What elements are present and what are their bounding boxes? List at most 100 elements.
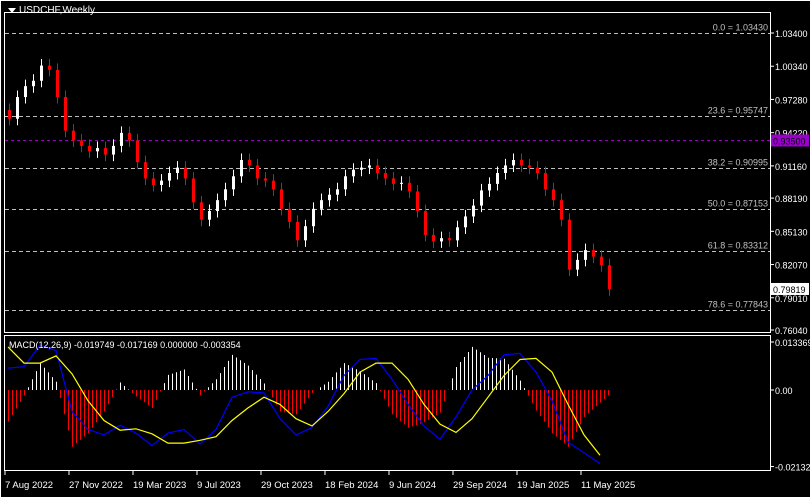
bear-candle (184, 167, 187, 179)
bull-candle (464, 216, 467, 228)
bear-candle (288, 208, 291, 222)
outer-frame (0, 0, 811, 498)
bull-candle (336, 189, 339, 195)
macd-label: MACD(12,26,9) -0.019749 -0.017169 0.0000… (9, 340, 241, 350)
bear-candle (280, 189, 283, 209)
time-tick-label: 19 Jan 2025 (517, 480, 569, 491)
fib-label-78.6: 78.6 = 0.77843 (708, 300, 768, 310)
fib-label-61.8: 61.8 = 0.83312 (708, 241, 768, 251)
bear-candle (520, 160, 523, 166)
bull-candle (504, 165, 507, 174)
bear-candle (408, 182, 411, 192)
bear-candle (600, 256, 603, 266)
chart-title[interactable]: USDCHF,Weekly (8, 5, 95, 16)
main-panel-frame (4, 12, 771, 333)
bear-candle (80, 140, 83, 146)
bull-candle (304, 226, 307, 241)
bull-candle (168, 173, 171, 181)
bear-candle (560, 200, 563, 220)
macd-tick-label: 0.013369 (775, 338, 811, 348)
bear-candle (192, 178, 195, 203)
bull-candle (472, 205, 475, 217)
bull-candle (512, 160, 515, 166)
bear-candle (296, 221, 299, 241)
time-tick-label: 29 Sep 2024 (453, 480, 507, 491)
bull-candle (400, 182, 403, 184)
bear-candle (136, 140, 139, 163)
bear-candle (608, 265, 611, 290)
horizontal-line-price-label: 0.93500 (773, 137, 806, 147)
bear-candle (128, 132, 131, 141)
bull-candle (576, 259, 579, 270)
bear-candle (392, 178, 395, 184)
bear-candle (536, 167, 539, 174)
bull-candle (320, 200, 323, 209)
price-tick-label: 0.85130 (775, 227, 808, 237)
bull-candle (96, 148, 99, 152)
bear-candle (376, 165, 379, 174)
price-tick-label: 0.91160 (775, 162, 807, 172)
bull-candle (456, 227, 459, 241)
time-tick-label: 18 Feb 2024 (325, 480, 378, 491)
fib-label-23.6: 23.6 = 0.95747 (708, 106, 768, 116)
bull-candle (216, 200, 219, 212)
bull-candle (352, 169, 355, 177)
time-tick-label: 7 Aug 2022 (5, 480, 53, 491)
fib-label-50.0: 50.0 = 0.87153 (708, 199, 768, 209)
bull-candle (488, 183, 491, 191)
bull-candle (208, 211, 211, 220)
bull-candle (16, 97, 19, 119)
price-tick-label: 1.00340 (775, 62, 808, 72)
bear-candle (8, 110, 11, 119)
bear-candle (72, 130, 75, 141)
bull-candle (24, 86, 27, 98)
price-tick-label: 0.79010 (775, 294, 808, 304)
bull-candle (112, 145, 115, 155)
price-tick-label: 0.97280 (775, 95, 808, 105)
bull-candle (360, 167, 363, 170)
bull-candle (40, 65, 43, 81)
bear-candle (384, 173, 387, 179)
bear-candle (64, 97, 67, 131)
bull-candle (120, 132, 123, 146)
bear-candle (256, 165, 259, 179)
bear-candle (544, 173, 547, 190)
fib-label-38.2: 38.2 = 0.90995 (708, 158, 768, 168)
bear-candle (424, 211, 427, 235)
bear-candle (88, 145, 91, 152)
bear-candle (552, 189, 555, 201)
bear-candle (592, 250, 595, 257)
bear-candle (416, 191, 419, 212)
price-tick-label: 0.88190 (775, 194, 808, 204)
price-tick-label: 0.82070 (775, 261, 808, 271)
bull-candle (344, 176, 347, 190)
bear-candle (144, 162, 147, 179)
bear-candle (448, 238, 451, 241)
bear-candle (152, 178, 155, 185)
bear-candle (432, 234, 435, 242)
bull-candle (440, 238, 443, 242)
fib-label-0.0: 0.0 = 1.03430 (713, 23, 768, 33)
bear-candle (528, 165, 531, 168)
bull-candle (240, 160, 243, 177)
bear-candle (568, 219, 571, 270)
bull-candle (328, 194, 331, 201)
bear-candle (104, 148, 107, 155)
macd-panel-frame (4, 335, 771, 471)
bear-candle (264, 178, 267, 181)
time-tick-label: 11 May 2025 (581, 480, 635, 491)
macd-tick-label: -0.021326 (775, 463, 811, 473)
bear-candle (56, 69, 59, 98)
time-tick-label: 9 Jun 2024 (389, 480, 436, 491)
symbol-timeframe: USDCHF,Weekly (19, 5, 95, 16)
chart-canvas[interactable]: 0.0 = 1.03430 23.6 = 0.95747 38.2 = 0.9099… (0, 0, 811, 498)
bull-candle (312, 208, 315, 227)
current-price-label: 0.79819 (773, 285, 806, 295)
time-tick-label: 19 Mar 2023 (133, 480, 186, 491)
triangle-down-icon[interactable] (8, 8, 16, 13)
bear-candle (48, 65, 51, 70)
price-tick-label: 1.03400 (775, 29, 808, 39)
bear-candle (272, 180, 275, 190)
bull-candle (176, 167, 179, 174)
bear-candle (200, 202, 203, 220)
